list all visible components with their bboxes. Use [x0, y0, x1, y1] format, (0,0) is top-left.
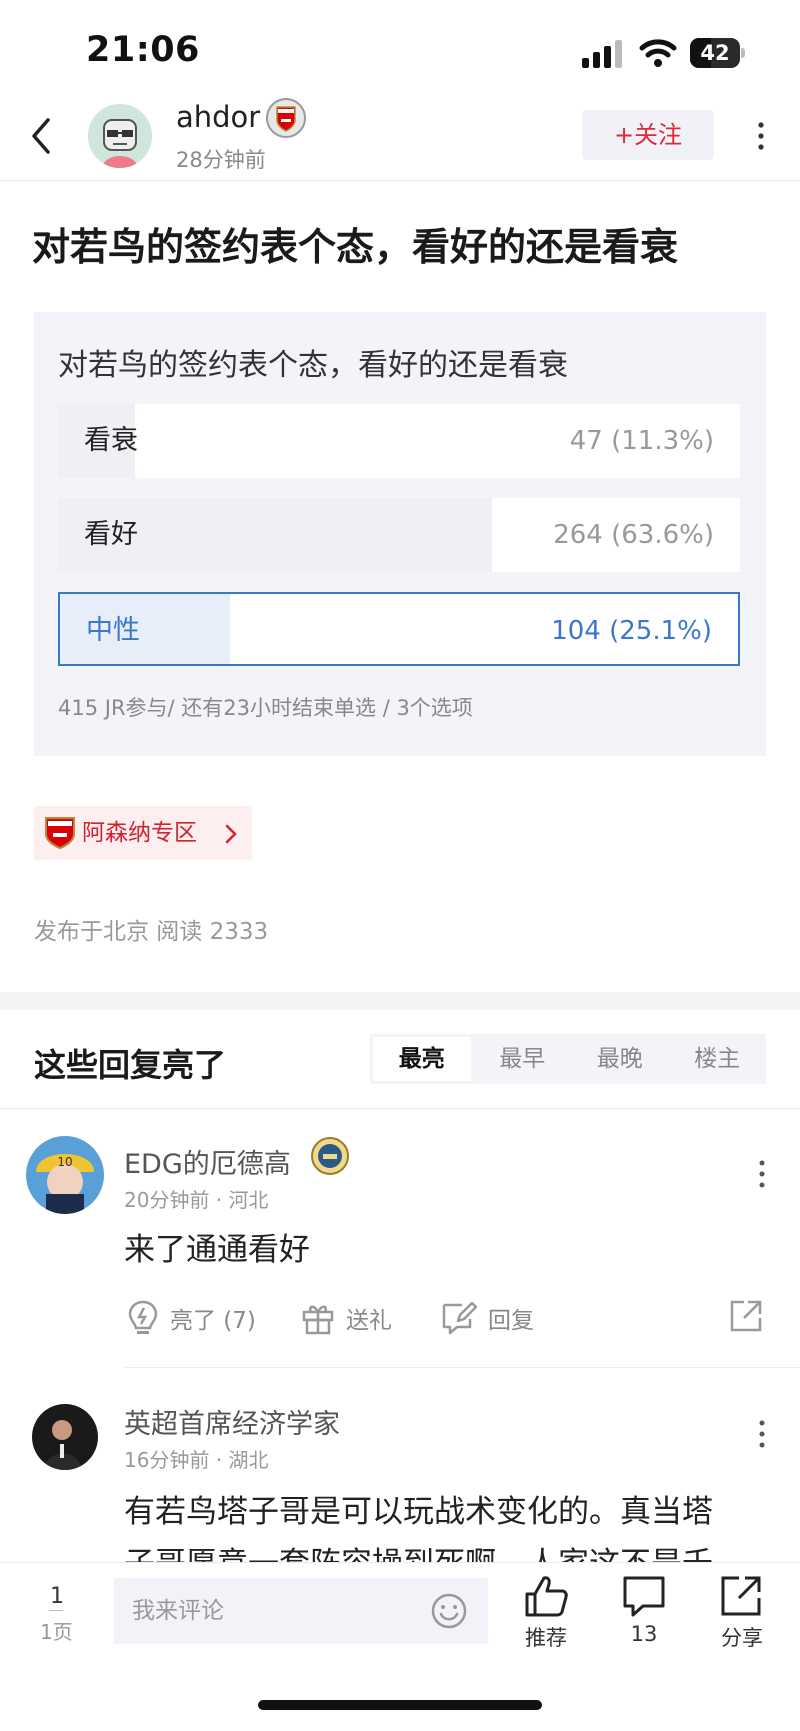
comment-meta: 16分钟前 · 湖北: [124, 1448, 269, 1472]
more-options-icon[interactable]: [752, 120, 770, 152]
like-button[interactable]: 亮了 (7): [126, 1296, 256, 1340]
post-meta: 发布于北京 阅读 2333: [34, 919, 269, 945]
chevron-right-icon: [225, 824, 237, 844]
poll-option-count: 104 (25.1%): [551, 616, 712, 646]
poll-question: 对若鸟的签约表个态，看好的还是看衰: [58, 348, 568, 383]
page-number[interactable]: 1: [50, 1584, 64, 1609]
arsenal-zone-link[interactable]: 阿森纳专区: [34, 806, 252, 860]
poll-option-kanhao[interactable]: 看好 264 (63.6%): [58, 498, 740, 572]
commenter-name[interactable]: EDG的厄德高: [124, 1142, 291, 1181]
user-badge-icon: [311, 1137, 349, 1175]
arsenal-badge-icon: [266, 98, 306, 138]
poll-option-zhongxing[interactable]: 中性 104 (25.1%): [58, 592, 740, 666]
tab-op-only[interactable]: 楼主: [669, 1034, 767, 1084]
follow-button[interactable]: +关注: [582, 110, 714, 160]
home-indicator[interactable]: [258, 1700, 542, 1710]
share-comment-icon[interactable]: [728, 1298, 764, 1334]
comment-count: 13: [630, 1622, 658, 1646]
poll-meta: 415 JR参与/ 还有23小时结束单选 / 3个选项: [58, 696, 473, 720]
lightbulb-icon: [128, 1300, 158, 1334]
commenter-avatar[interactable]: 10: [26, 1136, 104, 1214]
comment-placeholder: 我来评论: [132, 1598, 224, 1624]
battery-level: 42: [700, 41, 730, 65]
author-name[interactable]: ahdor: [176, 100, 260, 134]
tab-brightest[interactable]: 最亮: [373, 1037, 471, 1081]
comment-input[interactable]: 我来评论: [114, 1578, 488, 1644]
comment-meta: 20分钟前 · 河北: [124, 1188, 269, 1212]
reply-label: 回复: [488, 1308, 534, 1334]
poll-option-label: 中性: [86, 615, 140, 646]
author-avatar[interactable]: [88, 104, 152, 168]
commenter-name[interactable]: 英超首席经济学家: [124, 1402, 340, 1441]
share-label: 分享: [721, 1626, 763, 1650]
section-divider: [0, 992, 800, 1010]
poll-option-count: 264 (63.6%): [553, 520, 714, 550]
battery-icon: 42: [690, 38, 746, 68]
poll-option-label: 看衰: [84, 425, 138, 456]
reply-button[interactable]: 回复: [440, 1296, 534, 1340]
arsenal-badge-icon: [45, 817, 75, 850]
recommend-label: 推荐: [525, 1626, 567, 1650]
comment-bubble-icon: [623, 1576, 665, 1617]
thumbs-up-icon: [525, 1576, 568, 1617]
share-button[interactable]: 分享: [702, 1574, 782, 1654]
sort-tabs: 最亮 最早 最晚 楼主: [370, 1034, 766, 1084]
commenter-avatar[interactable]: [32, 1404, 98, 1470]
tab-latest[interactable]: 最晚: [571, 1034, 669, 1084]
reply-edit-icon: [442, 1301, 478, 1335]
gift-label: 送礼: [346, 1308, 392, 1334]
back-icon[interactable]: [26, 116, 56, 156]
replies-title: 这些回复亮了: [34, 1046, 227, 1084]
share-icon: [721, 1576, 761, 1616]
comment-more-icon[interactable]: [756, 1418, 768, 1450]
post-time: 28分钟前: [176, 148, 266, 172]
comment-body: 来了通通看好: [124, 1232, 310, 1268]
signal-icon: [582, 40, 622, 68]
wifi-icon: [639, 39, 677, 67]
post-title: 对若鸟的签约表个态，看好的还是看衰: [32, 225, 679, 269]
poll-option-count: 47 (11.3%): [569, 426, 714, 456]
comment-divider: [124, 1367, 800, 1368]
poll-option-label: 看好: [84, 519, 138, 550]
comment-body-line: 有若鸟塔子哥是可以玩战术变化的。真当塔: [124, 1494, 713, 1530]
svg-text:10: 10: [57, 1155, 72, 1169]
tab-earliest[interactable]: 最早: [474, 1034, 572, 1084]
zone-label: 阿森纳专区: [82, 820, 197, 846]
recommend-button[interactable]: 推荐: [506, 1574, 586, 1654]
page-divider: [49, 1610, 63, 1611]
gift-icon: [302, 1305, 334, 1335]
comments-button[interactable]: 13: [604, 1574, 684, 1654]
poll-option-kanshuai[interactable]: 看衰 47 (11.3%): [58, 404, 740, 478]
emoji-icon[interactable]: [430, 1592, 468, 1630]
status-time: 21:06: [86, 30, 200, 70]
replies-divider: [0, 1108, 800, 1109]
like-label: 亮了 (7): [170, 1308, 256, 1334]
gift-button[interactable]: 送礼: [300, 1296, 392, 1340]
page-label[interactable]: 1页: [40, 1616, 73, 1645]
header-divider: [0, 180, 800, 181]
comment-more-icon[interactable]: [756, 1158, 768, 1190]
